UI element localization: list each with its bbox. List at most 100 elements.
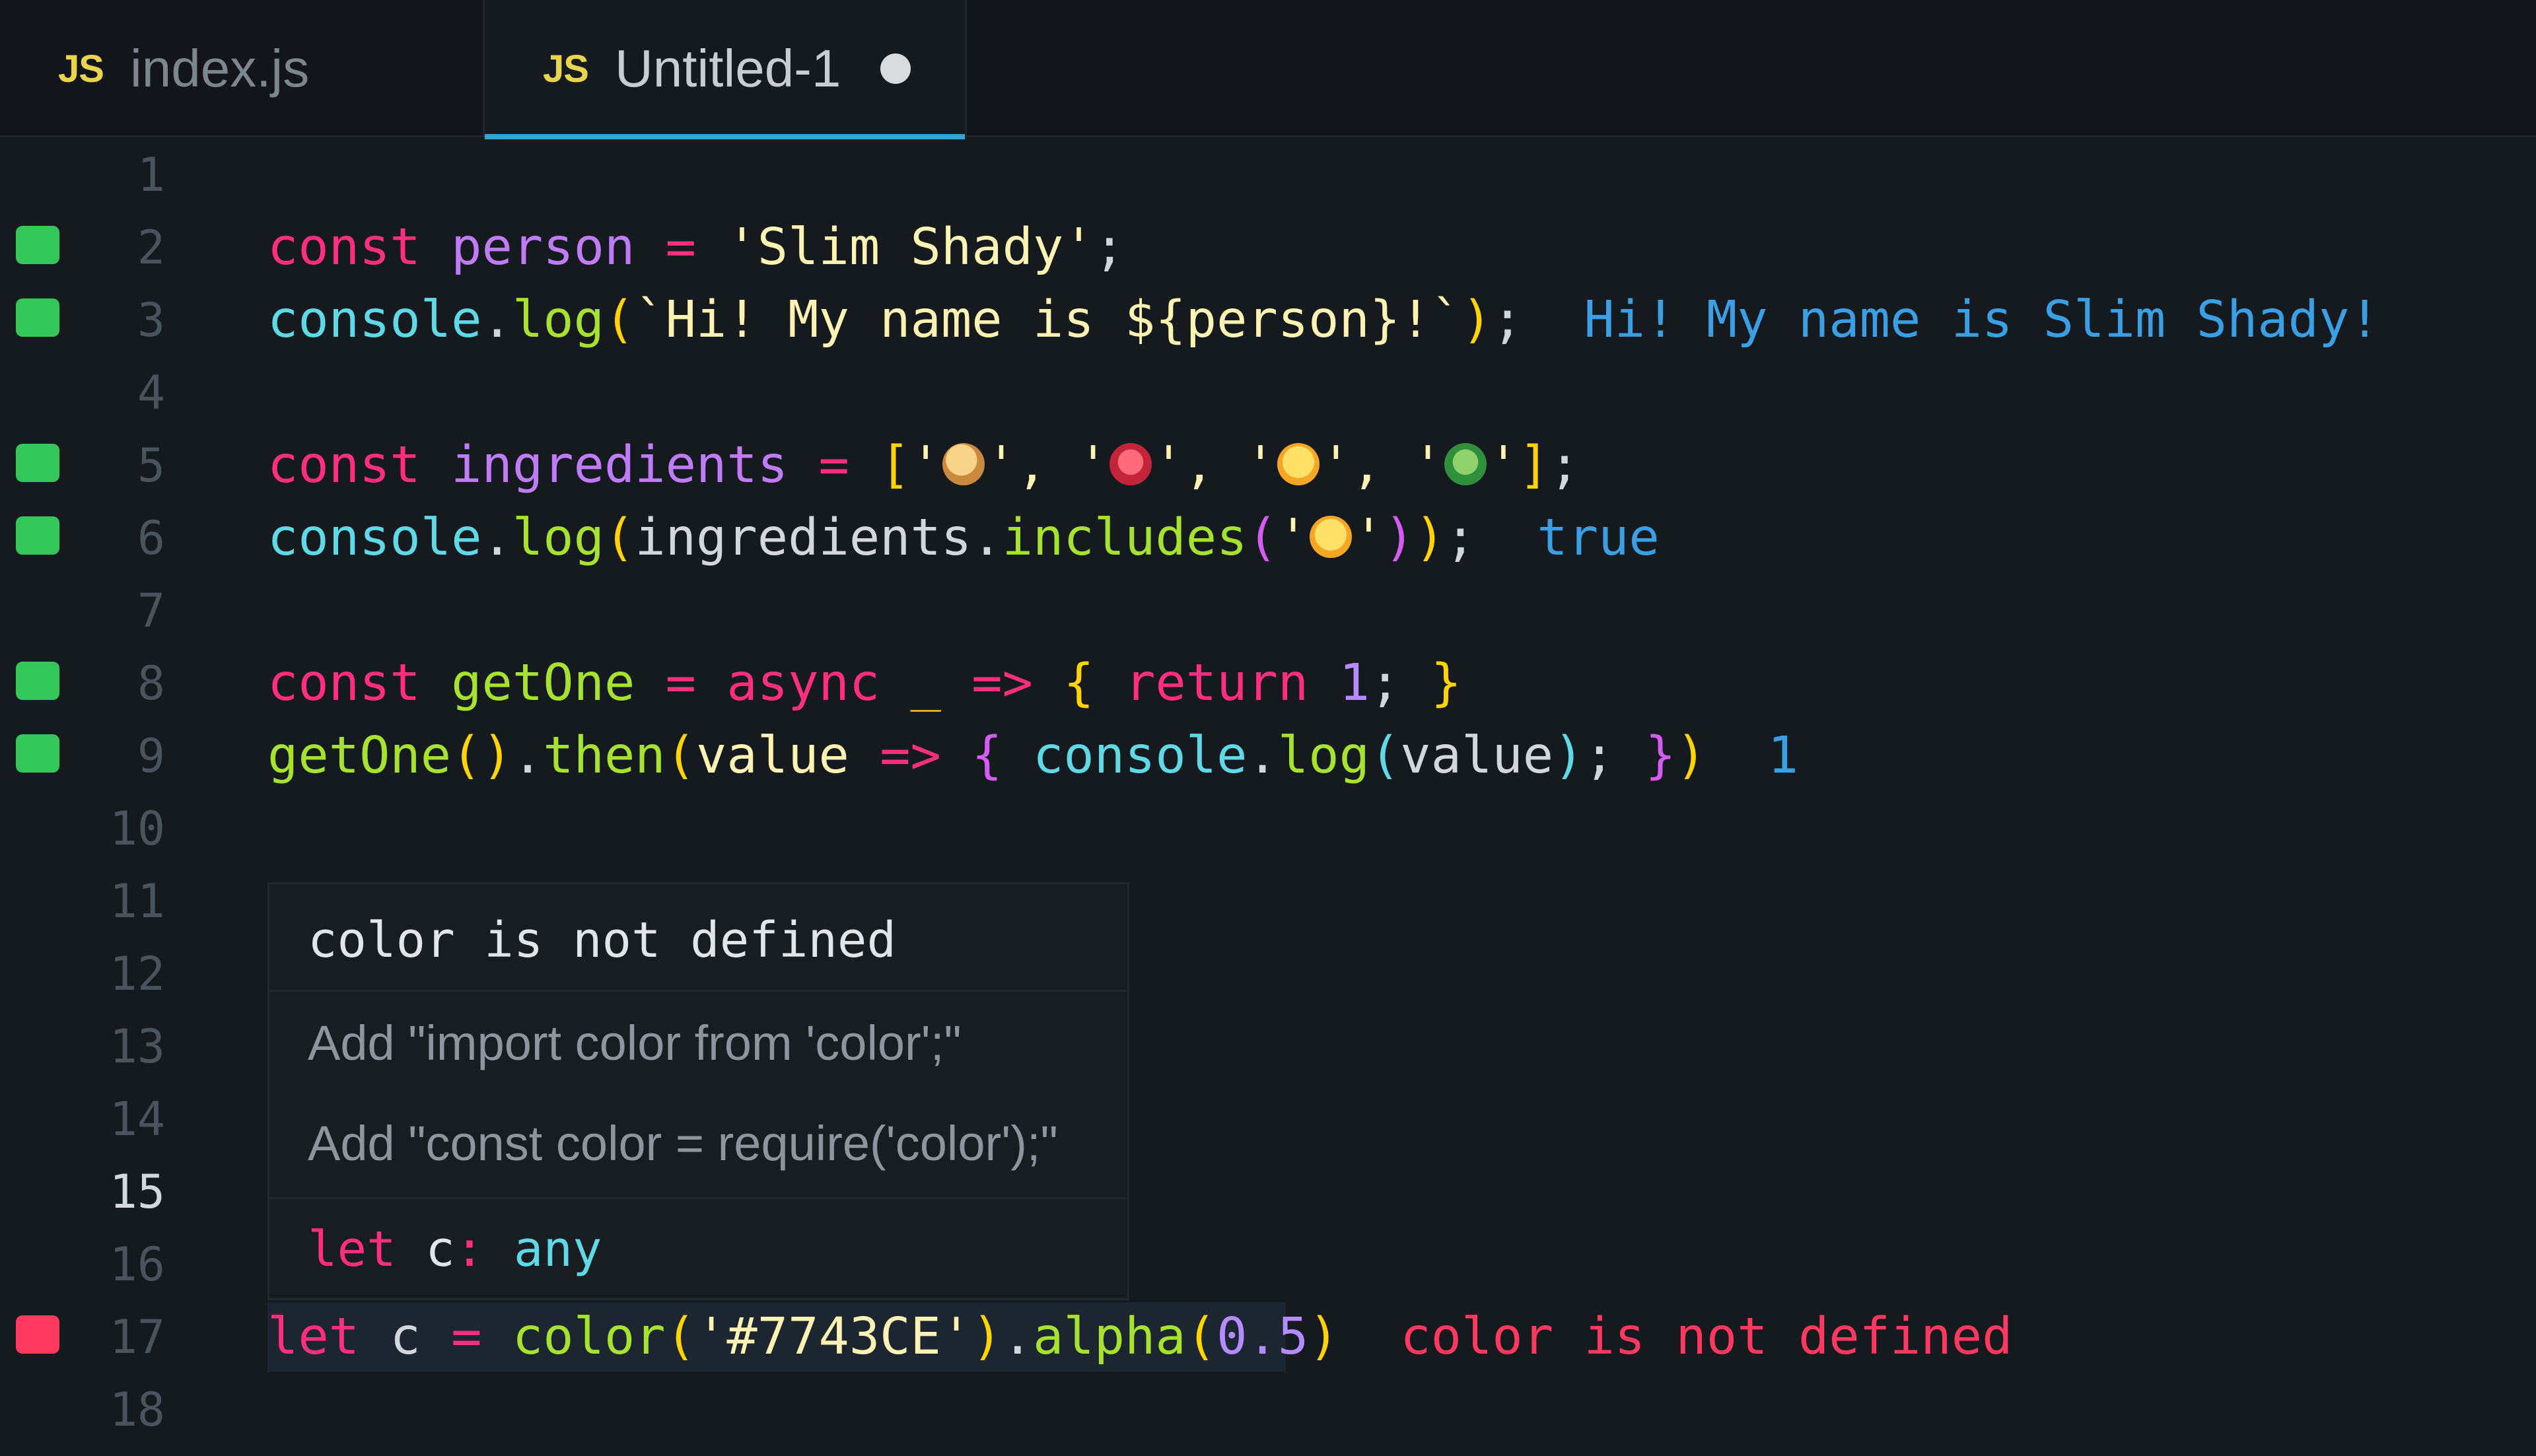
js-file-icon: JS xyxy=(543,47,589,90)
paren: ( xyxy=(665,1307,697,1366)
function-call: color xyxy=(512,1307,666,1366)
method: then xyxy=(543,726,666,785)
code-line-2[interactable]: const person = 'Slim Shady'; xyxy=(267,211,1125,284)
tab-index-js[interactable]: JS index.js xyxy=(0,0,485,137)
line-number: 13 xyxy=(109,1020,165,1074)
cheese-emoji-icon xyxy=(1310,516,1353,558)
punctuation: . xyxy=(1247,726,1278,785)
line-number: 18 xyxy=(109,1383,165,1437)
coverage-marker-line-8 xyxy=(16,662,59,700)
coverage-marker-line-3 xyxy=(16,298,59,337)
method: log xyxy=(512,508,604,567)
line-number: 7 xyxy=(137,584,165,638)
operator: => xyxy=(971,654,1033,712)
punctuation: ; xyxy=(1492,291,1523,349)
meat-emoji-icon xyxy=(1110,443,1152,485)
paren: () xyxy=(451,726,512,785)
number-literal: 1 xyxy=(1339,654,1370,712)
punctuation: . xyxy=(1002,1307,1033,1366)
line-number: 9 xyxy=(137,729,165,783)
operator: = xyxy=(451,1307,482,1366)
separator: ', ' xyxy=(985,436,1109,495)
identifier: value xyxy=(1400,726,1554,785)
identifier: getOne xyxy=(267,726,452,785)
code-line-6[interactable]: console.log(ingredients.includes(' ')); t… xyxy=(267,502,1660,574)
keyword: const xyxy=(267,654,421,712)
code-line-9[interactable]: getOne().then(value => { console.log(val… xyxy=(267,720,1798,792)
paren: ) xyxy=(971,1307,1003,1366)
paren: ) xyxy=(1414,508,1446,567)
cheese-emoji-icon xyxy=(1277,443,1320,485)
line-number-active: 15 xyxy=(109,1165,165,1219)
line-number: 14 xyxy=(109,1092,165,1146)
tab-untitled-1[interactable]: JS Untitled-1 xyxy=(485,0,967,139)
quick-fix-require[interactable]: Add "const color = require('color');" xyxy=(308,1115,1058,1171)
keyword: const xyxy=(267,218,421,277)
paren: ( xyxy=(1185,1307,1217,1366)
line-number: 8 xyxy=(137,656,165,711)
quote: ' xyxy=(910,436,941,495)
template-literal: `Hi! My name is ${person}!` xyxy=(635,291,1462,349)
keyword: const xyxy=(267,436,421,495)
code-line-5[interactable]: const ingredients = [' ', ' ', ' ', ' ']; xyxy=(267,429,1580,502)
error-marker-line-17 xyxy=(16,1315,59,1354)
code-line-8[interactable]: const getOne = async _ => { return 1; } xyxy=(267,647,1462,720)
identifier: c xyxy=(425,1221,455,1278)
line-number: 6 xyxy=(137,511,165,565)
line-number: 5 xyxy=(137,438,165,493)
identifier: getOne xyxy=(451,654,635,712)
punctuation: : xyxy=(454,1221,485,1278)
punctuation: . xyxy=(971,508,1003,567)
js-file-icon: JS xyxy=(58,47,104,90)
quick-fix-import[interactable]: Add "import color from 'color';" xyxy=(308,1015,962,1071)
paren: ( xyxy=(1247,508,1278,567)
keyword: async xyxy=(726,654,880,712)
param: value xyxy=(696,726,849,785)
brace: } xyxy=(1430,654,1462,712)
code-line-17[interactable]: let c = color('#7743CE').alpha(0.5) colo… xyxy=(267,1301,2012,1373)
salad-emoji-icon xyxy=(1444,443,1487,485)
paren: ( xyxy=(604,291,635,349)
identifier: console xyxy=(267,508,482,567)
tab-label: Untitled-1 xyxy=(614,39,841,98)
line-number: 10 xyxy=(109,802,165,856)
separator: ', ' xyxy=(1153,436,1276,495)
paren: ( xyxy=(1369,726,1401,785)
punctuation: ; xyxy=(1094,218,1125,277)
code-line-3[interactable]: console.log(`Hi! My name is ${person}!`)… xyxy=(267,284,2380,357)
keyword: return xyxy=(1125,654,1309,712)
method: log xyxy=(1277,726,1370,785)
operator: = xyxy=(665,218,697,277)
inline-result: Hi! My name is Slim Shady! xyxy=(1584,291,2380,349)
bracket: [ xyxy=(880,436,911,495)
operator: = xyxy=(665,654,697,712)
identifier: ingredients xyxy=(635,508,972,567)
coverage-marker-line-5 xyxy=(16,444,59,482)
paren: ) xyxy=(1461,291,1493,349)
brace: } xyxy=(1645,726,1676,785)
unsaved-dot-icon[interactable] xyxy=(880,53,911,84)
coverage-marker-line-6 xyxy=(16,516,59,555)
paren: ) xyxy=(1308,1307,1339,1366)
bread-emoji-icon xyxy=(942,443,985,485)
inline-result: 1 xyxy=(1767,726,1798,785)
quote: ' xyxy=(1488,436,1519,495)
paren: ) xyxy=(1553,726,1584,785)
brace: { xyxy=(1063,654,1094,712)
identifier: c xyxy=(390,1307,421,1366)
identifier: ingredients xyxy=(451,436,789,495)
separator: ', ' xyxy=(1320,436,1444,495)
method: includes xyxy=(1002,508,1248,567)
punctuation: . xyxy=(481,291,512,349)
operator: => xyxy=(880,726,941,785)
divider xyxy=(269,1197,1127,1199)
quote: ' xyxy=(1353,508,1384,567)
punctuation: . xyxy=(512,726,544,785)
line-number: 12 xyxy=(109,947,165,1001)
coverage-marker-line-2 xyxy=(16,226,59,264)
method: alpha xyxy=(1032,1307,1186,1366)
type-name: any xyxy=(513,1221,602,1278)
paren: ) xyxy=(1675,726,1707,785)
punctuation: ; xyxy=(1549,436,1580,495)
coverage-marker-line-9 xyxy=(16,734,59,773)
